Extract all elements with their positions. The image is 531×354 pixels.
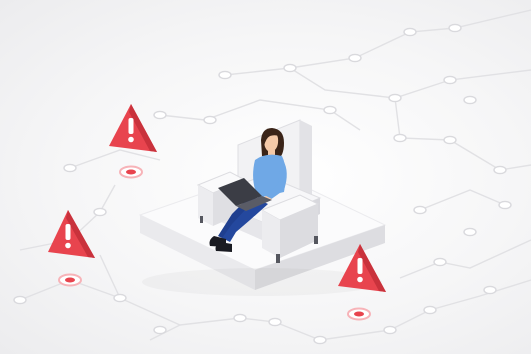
illustration-canvas bbox=[13, 9, 531, 345]
warning-icon bbox=[109, 104, 157, 179]
warning-icon bbox=[48, 210, 95, 287]
security-illustration bbox=[0, 0, 531, 354]
